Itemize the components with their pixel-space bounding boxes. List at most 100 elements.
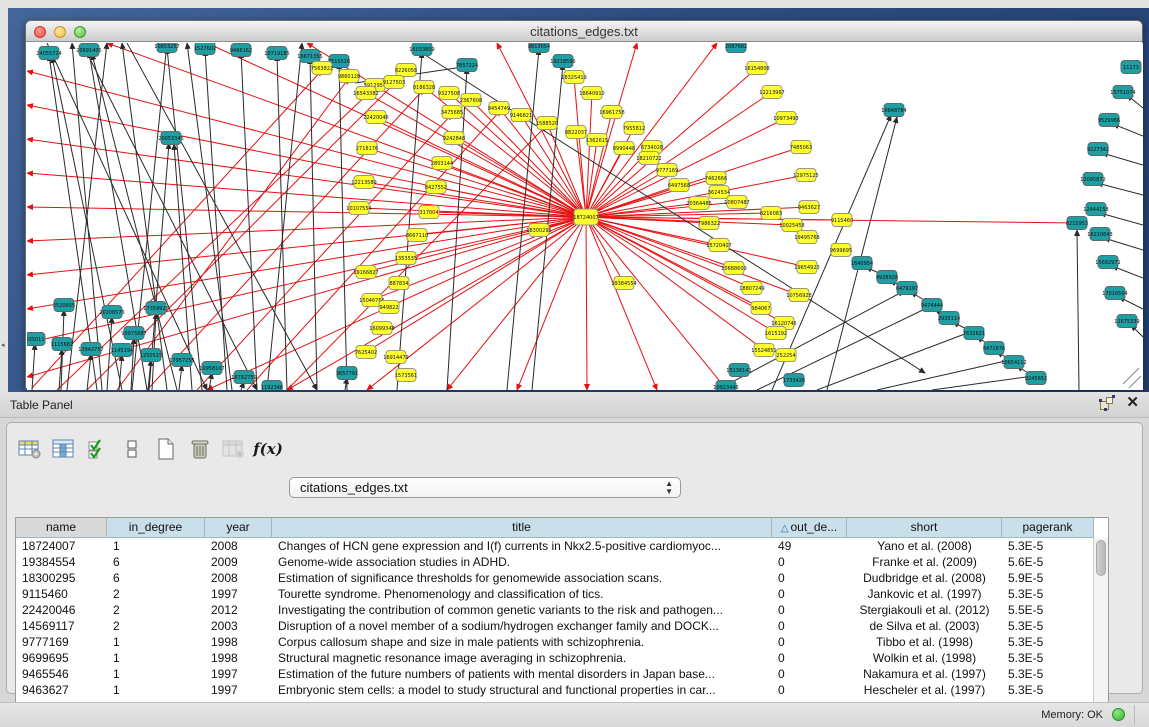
graph-node[interactable]: 6497568 (668, 179, 690, 192)
graph-node[interactable]: 20206576 (99, 306, 124, 319)
graph-node[interactable]: 20053346 (158, 132, 183, 145)
graph-node[interactable]: 18325419 (561, 71, 586, 84)
graph-node[interactable]: 8226058 (395, 64, 417, 77)
graph-node[interactable]: 2367608 (460, 94, 482, 107)
graph-node[interactable]: 16648784 (881, 104, 906, 117)
graph-node[interactable]: 18640910 (579, 87, 604, 100)
graph-node[interactable]: 1250515 (140, 349, 162, 362)
column-header-year[interactable]: year (205, 518, 272, 538)
graph-node[interactable]: 19218596 (550, 55, 575, 68)
graph-node[interactable]: 8938928 (876, 271, 898, 284)
graph-node[interactable]: 252254 (776, 349, 796, 362)
graph-node[interactable]: 7563822 (311, 62, 333, 75)
graph-node[interactable]: 1145194 (111, 344, 133, 357)
graph-node[interactable]: 19166827 (353, 266, 378, 279)
graph-node[interactable]: 984067 (751, 302, 771, 315)
table-row[interactable]: 2242004622012Investigating the contribut… (16, 602, 1108, 618)
graph-node[interactable]: 9327508 (438, 87, 460, 100)
graph-node[interactable]: 10923446 (713, 381, 738, 391)
graph-node[interactable]: 10958107 (199, 362, 224, 375)
graph-node[interactable]: 949822 (379, 301, 399, 314)
graph-node[interactable]: 12975125 (793, 169, 818, 182)
graph-node[interactable]: 3624534 (708, 186, 730, 199)
graph-node[interactable]: 8667110 (406, 229, 428, 242)
graph-node[interactable]: 15692971 (1095, 256, 1120, 269)
graph-node[interactable]: 2803144 (431, 157, 453, 170)
graph-node[interactable]: 13942757 (78, 343, 103, 356)
table-row[interactable]: 911546021997Tourette syndrome. Phenomeno… (16, 586, 1108, 602)
graph-node[interactable]: 3657791 (336, 367, 358, 380)
graph-node[interactable]: 2087682 (725, 43, 747, 53)
graph-node[interactable]: 18300295 (526, 224, 551, 237)
graph-node[interactable]: 10025458 (779, 219, 804, 232)
graph-node[interactable]: 17957255 (169, 354, 194, 367)
graph-node[interactable]: 12213589 (351, 176, 376, 189)
graph-node[interactable]: 15136141 (726, 364, 751, 377)
graph-node[interactable]: 10756928 (786, 289, 811, 302)
column-header-name[interactable]: name (16, 518, 107, 538)
graph-node[interactable]: 7986322 (698, 217, 720, 230)
table-row[interactable]: 1456911722003Disruption of a novel membe… (16, 618, 1108, 634)
graph-node[interactable]: 90975887 (121, 327, 146, 340)
graph-node[interactable]: 10973493 (773, 112, 798, 125)
select-columns-icon[interactable] (83, 435, 113, 463)
graph-node[interactable]: 887834 (389, 277, 409, 290)
delete-column-icon[interactable] (185, 435, 215, 463)
graph-node[interactable]: 9227342 (1087, 143, 1109, 156)
graph-node[interactable]: 16543382 (353, 87, 378, 100)
network-canvas[interactable]: 2405572420691406106532571527602946616210… (27, 43, 1143, 390)
graph-node[interactable]: 9529966 (1098, 114, 1120, 127)
graph-node[interactable]: 7632621 (963, 327, 985, 340)
graph-node[interactable]: 1353535 (395, 252, 417, 265)
graph-node[interactable]: 9699695 (830, 244, 852, 257)
graph-node[interactable]: 1362615 (586, 134, 608, 147)
graph-node[interactable]: 10807487 (724, 196, 749, 209)
graph-node[interactable]: 20364486 (686, 197, 711, 210)
graph-node[interactable]: 19654923 (794, 261, 819, 274)
graph-node[interactable]: 1573561 (395, 369, 417, 382)
network-window-titlebar[interactable]: citations_edges.txt (26, 21, 1142, 42)
table-selector-dropdown[interactable]: citations_edges.txt ▲▼ (289, 477, 681, 498)
graph-node[interactable]: 935011 (27, 333, 45, 346)
graph-node[interactable]: 19495768 (794, 231, 819, 244)
table-row[interactable]: 1830029562008Estimation of significance … (16, 570, 1108, 586)
row-height-icon[interactable] (117, 435, 147, 463)
table-row[interactable]: 977716911998Corpus callosum shape and si… (16, 634, 1108, 650)
graph-node[interactable]: 18724007 (573, 209, 598, 225)
graph-node[interactable]: 17359928 (143, 302, 168, 315)
table-scrollbar-thumb[interactable] (1096, 540, 1106, 576)
graph-node[interactable]: 7857224 (456, 59, 478, 72)
graph-node[interactable]: 8471676 (983, 342, 1005, 355)
graph-node[interactable]: 9127503 (383, 76, 405, 89)
column-header-in-degree[interactable]: in_degree (107, 518, 205, 538)
graph-node[interactable]: 11675339 (1114, 315, 1139, 328)
graph-node[interactable]: 17016504 (1102, 287, 1127, 300)
graph-node[interactable]: 1527602 (194, 43, 216, 55)
graph-node[interactable]: 8990448 (613, 142, 635, 155)
float-panel-icon[interactable] (1100, 396, 1114, 410)
column-header-short[interactable]: short (847, 518, 1002, 538)
graph-node[interactable]: 16210643 (1087, 228, 1112, 241)
new-column-icon[interactable] (151, 435, 181, 463)
graph-node[interactable]: 12213967 (759, 86, 784, 99)
graph-node[interactable]: 11173 (1121, 61, 1141, 74)
graph-node[interactable]: 18210722 (636, 152, 661, 165)
graph-node[interactable]: 10688609 (721, 262, 746, 275)
graph-node[interactable]: 10653257 (154, 43, 179, 53)
graph-node[interactable]: 15524851 (751, 344, 776, 357)
close-panel-icon[interactable]: ✕ (1126, 396, 1139, 410)
table-row[interactable]: 1872400712008Changes of HCN gene express… (16, 538, 1108, 554)
graph-node[interactable]: 9777169 (656, 164, 678, 177)
graph-node[interactable]: 20691406 (76, 44, 101, 57)
graph-node[interactable]: 8813054 (528, 43, 550, 53)
graph-node[interactable]: 9146821 (510, 109, 532, 122)
graph-node[interactable]: 1115682 (51, 338, 73, 351)
graph-node[interactable]: 16099348 (369, 322, 394, 335)
graph-node[interactable]: 7955812 (623, 122, 645, 135)
table-row[interactable]: 946362711997Embryonic stem cells: a mode… (16, 682, 1108, 698)
graph-node[interactable]: 16782759 (231, 371, 256, 384)
column-header-title[interactable]: title (272, 518, 772, 538)
graph-node[interactable]: 2935114 (938, 312, 960, 325)
graph-node[interactable]: 9245652 (1025, 372, 1047, 385)
graph-node[interactable]: 1192346 (261, 381, 283, 391)
